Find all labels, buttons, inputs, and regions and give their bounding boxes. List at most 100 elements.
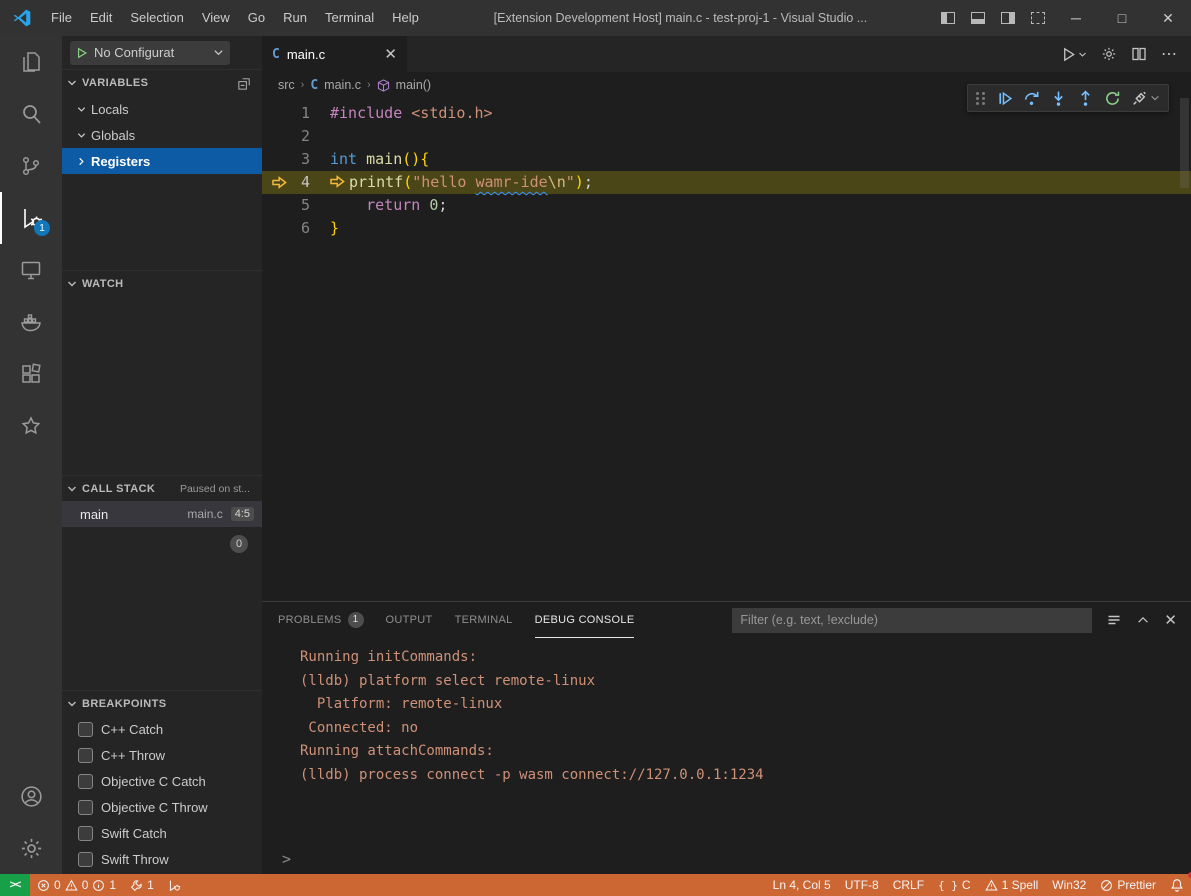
breakpoint-cpp-throw[interactable]: C++ Throw	[62, 742, 262, 768]
breakpoint-objc-throw[interactable]: Objective C Throw	[62, 794, 262, 820]
cursor-position[interactable]: Ln 4, Col 5	[766, 874, 838, 896]
breadcrumb-file[interactable]: main.c	[324, 78, 361, 92]
menu-terminal[interactable]: Terminal	[316, 0, 383, 36]
line-number[interactable]: 3	[262, 148, 330, 171]
eol-indicator[interactable]: CRLF	[886, 874, 931, 896]
remote-indicator[interactable]: ><	[0, 874, 30, 896]
close-window-button[interactable]: ✕	[1145, 0, 1191, 36]
console-filter-input[interactable]	[732, 608, 1092, 633]
checkbox[interactable]	[78, 852, 93, 867]
remote-explorer-icon[interactable]	[0, 244, 62, 296]
split-editor-icon[interactable]	[1131, 46, 1147, 62]
call-stack-header[interactable]: CALL STACK Paused on st...	[62, 475, 262, 501]
encoding-indicator[interactable]: UTF-8	[838, 874, 886, 896]
menu-file[interactable]: File	[42, 0, 81, 36]
settings-gear-icon[interactable]	[0, 822, 62, 874]
problems-status[interactable]: 0 0 1	[30, 874, 123, 896]
variables-header[interactable]: VARIABLES	[62, 70, 262, 96]
run-or-debug-button[interactable]	[1061, 47, 1087, 62]
settings-gear-icon[interactable]	[1101, 46, 1117, 62]
editor-scrollbar[interactable]	[1177, 98, 1191, 601]
breadcrumb-symbol[interactable]: main()	[396, 78, 431, 92]
menu-selection[interactable]: Selection	[121, 0, 192, 36]
step-into-icon[interactable]	[1050, 90, 1067, 107]
toggle-sidebar-icon[interactable]	[933, 0, 963, 36]
toggle-secondary-sidebar-icon[interactable]	[993, 0, 1023, 36]
line-number[interactable]: 4	[262, 171, 330, 194]
checkbox[interactable]	[78, 722, 93, 737]
breakpoint-objc-catch[interactable]: Objective C Catch	[62, 768, 262, 794]
line-number[interactable]: 6	[262, 217, 330, 240]
variables-item-globals[interactable]: Globals	[62, 122, 262, 148]
collapse-all-icon[interactable]	[237, 76, 252, 91]
menu-edit[interactable]: Edit	[81, 0, 121, 36]
language-indicator[interactable]: { } C	[931, 874, 978, 896]
star-icon[interactable]	[0, 400, 62, 452]
platform-indicator[interactable]: Win32	[1045, 874, 1093, 896]
variables-item-locals[interactable]: Locals	[62, 96, 262, 122]
launch-config-dropdown[interactable]: No Configurat	[70, 41, 230, 65]
debug-console-output[interactable]: Running initCommands:(lldb) platform sel…	[262, 638, 1191, 874]
disconnect-icon[interactable]	[1131, 90, 1148, 107]
extensions-icon[interactable]	[0, 348, 62, 400]
continue-icon[interactable]	[996, 90, 1013, 107]
checkbox[interactable]	[78, 826, 93, 841]
code-line[interactable]: 6}	[262, 217, 1191, 240]
console-input-chevron-icon[interactable]: >	[282, 850, 291, 868]
tab-terminal[interactable]: TERMINAL	[455, 603, 513, 637]
tab-output[interactable]: OUTPUT	[386, 603, 433, 637]
code-editor[interactable]: 1#include <stdio.h>23int main(){4printf(…	[262, 98, 1191, 601]
checkbox[interactable]	[78, 748, 93, 763]
line-number[interactable]: 5	[262, 194, 330, 217]
menu-go[interactable]: Go	[239, 0, 274, 36]
tab-problems[interactable]: PROBLEMS 1	[278, 603, 364, 637]
run-and-debug-icon[interactable]: 1	[0, 192, 62, 244]
start-debug-icon	[76, 46, 88, 60]
maximize-panel-chevron-icon[interactable]	[1136, 613, 1150, 627]
menu-help[interactable]: Help	[383, 0, 428, 36]
code-line[interactable]: 2	[262, 125, 1191, 148]
code-line[interactable]: 3int main(){	[262, 148, 1191, 171]
breakpoints-header[interactable]: BREAKPOINTS	[62, 690, 262, 716]
debug-status[interactable]	[161, 874, 188, 896]
toolbar-drag-handle[interactable]	[976, 92, 986, 105]
customize-layout-icon[interactable]	[1023, 0, 1053, 36]
close-panel-icon[interactable]: ✕	[1164, 611, 1177, 629]
line-number[interactable]: 1	[262, 102, 330, 125]
menu-run[interactable]: Run	[274, 0, 316, 36]
account-icon[interactable]	[0, 770, 62, 822]
more-actions-icon[interactable]: ⋯	[1161, 44, 1177, 64]
step-over-icon[interactable]	[1023, 90, 1040, 107]
docker-icon[interactable]	[0, 296, 62, 348]
tab-main-c[interactable]: C main.c ✕	[262, 36, 408, 72]
disconnect-dropdown[interactable]	[1131, 90, 1160, 107]
maximize-button[interactable]: □	[1099, 0, 1145, 36]
watch-header[interactable]: WATCH	[62, 270, 262, 296]
line-number[interactable]: 2	[262, 125, 330, 148]
minimize-button[interactable]: ─	[1053, 0, 1099, 36]
notifications-bell[interactable]	[1163, 874, 1191, 896]
toggle-panel-icon[interactable]	[963, 0, 993, 36]
stack-frame-row[interactable]: main main.c 4:5	[62, 501, 262, 527]
breadcrumb-folder[interactable]: src	[278, 78, 295, 92]
source-control-icon[interactable]	[0, 140, 62, 192]
checkbox[interactable]	[78, 774, 93, 789]
breakpoint-swift-catch[interactable]: Swift Catch	[62, 820, 262, 846]
code-line[interactable]: 4printf("hello wamr-ide\n");	[262, 171, 1191, 194]
explorer-icon[interactable]	[0, 36, 62, 88]
variables-item-registers[interactable]: Registers	[62, 148, 262, 174]
menu-view[interactable]: View	[193, 0, 239, 36]
search-icon[interactable]	[0, 88, 62, 140]
tab-debug-console[interactable]: DEBUG CONSOLE	[535, 603, 635, 638]
step-out-icon[interactable]	[1077, 90, 1094, 107]
toolchain-status[interactable]: 1	[123, 874, 161, 896]
console-lines-icon[interactable]	[1106, 612, 1122, 628]
formatter-status[interactable]: Prettier	[1093, 874, 1163, 896]
close-tab-icon[interactable]: ✕	[384, 45, 397, 63]
breakpoint-cpp-catch[interactable]: C++ Catch	[62, 716, 262, 742]
spell-checker-status[interactable]: 1 Spell	[978, 874, 1046, 896]
code-line[interactable]: 5 return 0;	[262, 194, 1191, 217]
restart-icon[interactable]	[1104, 90, 1121, 107]
checkbox[interactable]	[78, 800, 93, 815]
breakpoint-swift-throw[interactable]: Swift Throw	[62, 846, 262, 872]
